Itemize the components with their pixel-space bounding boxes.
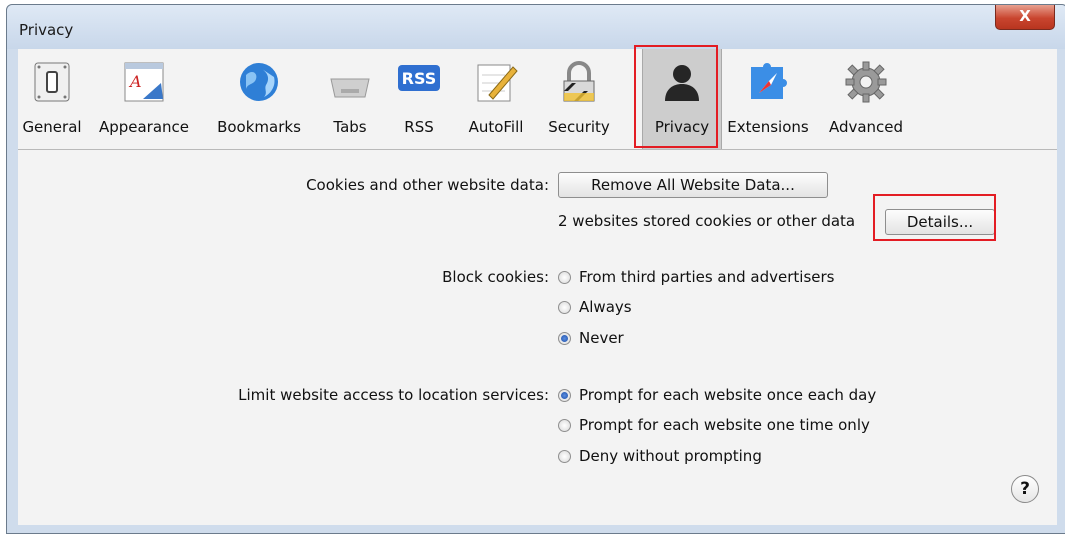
radio-button[interactable] [558, 418, 571, 432]
pencil-icon [477, 64, 518, 102]
tab-label: AutoFill [468, 118, 524, 136]
rss-icon: RSS [398, 65, 440, 91]
tab-bookmarks[interactable]: Bookmarks [202, 49, 316, 149]
radio-label: Prompt for each website once each day [579, 386, 877, 404]
highlight-privacy-tab [634, 45, 718, 148]
remove-all-website-data-button[interactable]: Remove All Website Data... [558, 172, 828, 198]
puzzle-compass-icon [751, 63, 787, 99]
preferences-toolbar: General A Appearance Bookmarks Tabs RSS … [18, 49, 1057, 150]
radio-block-never[interactable]: Never [558, 329, 624, 347]
radio-label: Always [579, 298, 632, 316]
tab-label: Bookmarks [217, 118, 301, 136]
tab-advanced[interactable]: Advanced [816, 49, 916, 149]
radio-deny-without-prompting[interactable]: Deny without prompting [558, 447, 762, 465]
radio-block-third-parties[interactable]: From third parties and advertisers [558, 268, 834, 286]
tab-label: Advanced [828, 118, 904, 136]
tabs-icon [330, 78, 370, 98]
radio-block-always[interactable]: Always [558, 298, 632, 316]
gear-icon [845, 61, 887, 103]
switch-icon [34, 62, 70, 102]
radio-button[interactable] [558, 300, 571, 314]
radio-label: Prompt for each website one time only [579, 416, 870, 434]
radio-prompt-each-day[interactable]: Prompt for each website once each day [558, 386, 876, 404]
tab-label: Extensions [727, 118, 809, 136]
tab-label: RSS [404, 118, 434, 136]
help-button[interactable]: ? [1011, 475, 1039, 503]
svg-text:A: A [128, 72, 142, 91]
location-services-label: Limit website access to location service… [238, 386, 549, 404]
tab-extensions[interactable]: Extensions [720, 49, 816, 149]
radio-button[interactable] [558, 388, 571, 402]
tab-tabs[interactable]: Tabs [316, 49, 384, 149]
svg-text:RSS: RSS [402, 69, 437, 88]
tab-security[interactable]: Security [538, 49, 620, 149]
radio-button[interactable] [558, 449, 571, 463]
close-button[interactable]: X [995, 5, 1055, 30]
lock-icon [563, 61, 595, 102]
tab-label: Tabs [333, 118, 367, 136]
globe-icon [240, 63, 278, 101]
window-title: Privacy [19, 21, 74, 39]
radio-button[interactable] [558, 270, 571, 284]
tab-general[interactable]: General [18, 49, 86, 149]
block-cookies-label: Block cookies: [442, 268, 549, 286]
stored-cookies-status: 2 websites stored cookies or other data [558, 212, 856, 230]
radio-label: Deny without prompting [579, 447, 762, 465]
tab-autofill[interactable]: AutoFill [454, 49, 538, 149]
title-bar: Privacy X [7, 5, 1065, 49]
highlight-details-button [873, 194, 996, 241]
cookies-label: Cookies and other website data: [306, 176, 549, 194]
radio-label: From third parties and advertisers [579, 268, 835, 286]
radio-button[interactable] [558, 331, 571, 345]
tab-appearance[interactable]: A Appearance [86, 49, 202, 149]
tab-label: Security [548, 118, 610, 136]
tab-label: Appearance [98, 118, 190, 136]
radio-prompt-one-time[interactable]: Prompt for each website one time only [558, 416, 870, 434]
tab-rss[interactable]: RSS RSS [384, 49, 454, 149]
radio-label: Never [579, 329, 624, 347]
preferences-window: Privacy X General A Appearance Bookmarks… [6, 4, 1065, 534]
tab-label: General [22, 118, 82, 136]
appearance-icon: A [124, 62, 164, 102]
